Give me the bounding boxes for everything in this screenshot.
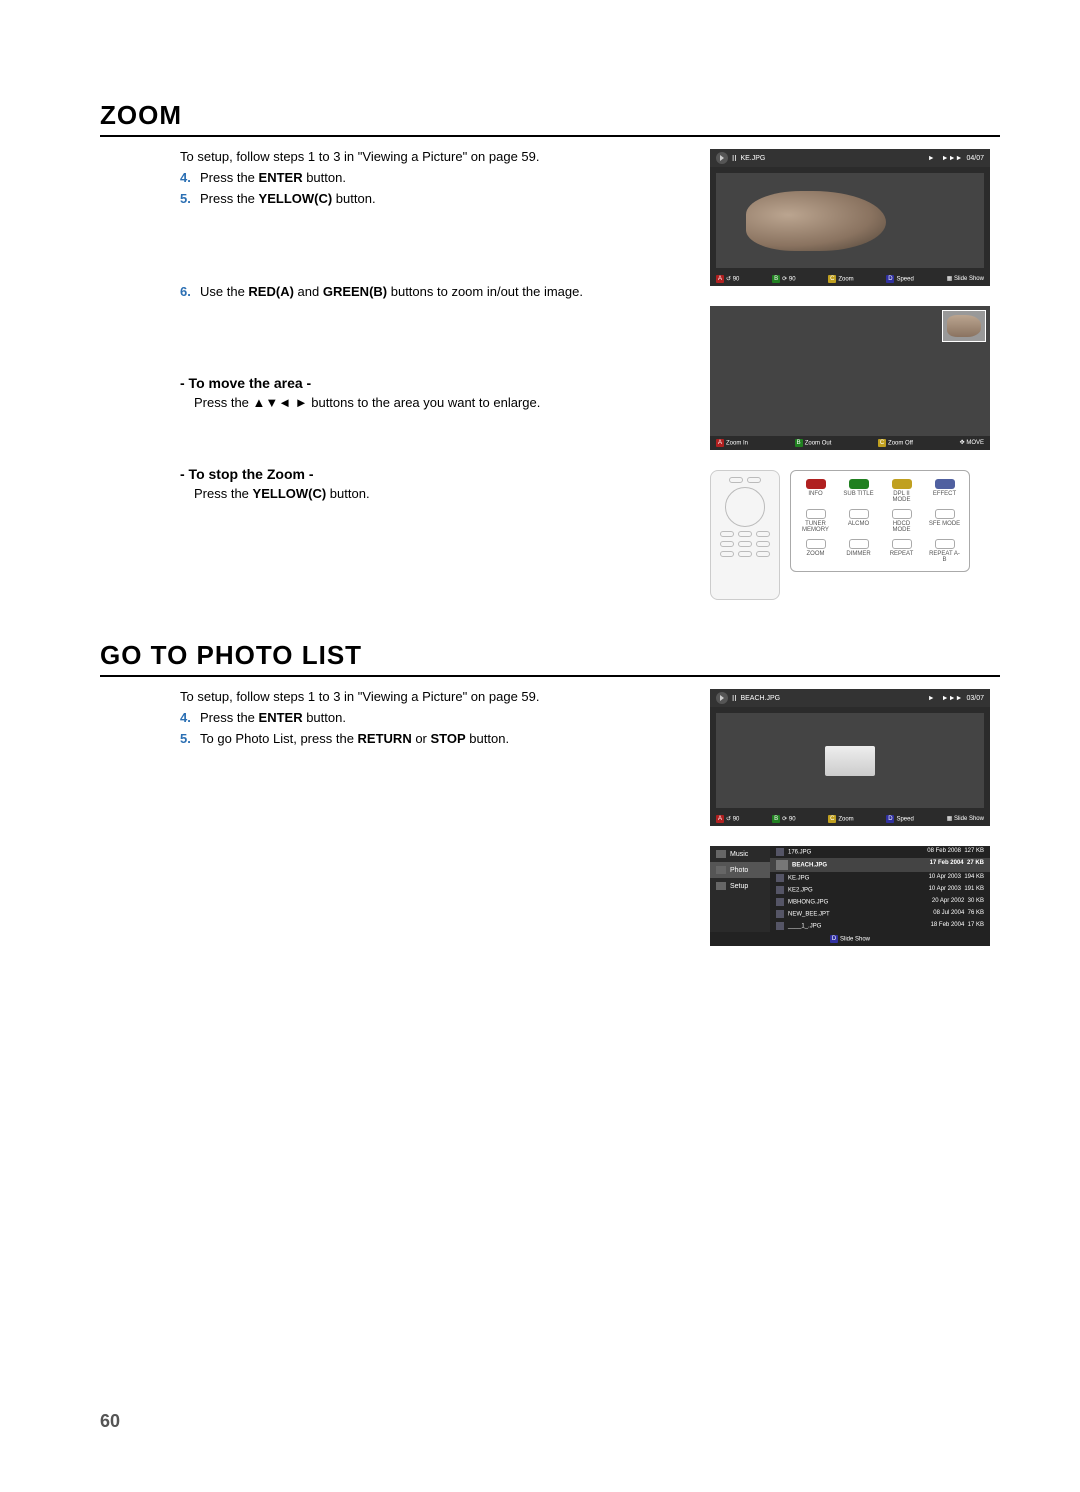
photolist-heading: GO TO PHOTO LIST [100, 640, 1000, 677]
pause-icon: II [732, 154, 736, 163]
key-c-icon [892, 479, 912, 489]
step-number: 5. [180, 731, 200, 746]
file-row: MBHONG.JPG20 Apr 2002 30 KB [770, 896, 990, 908]
photo-icon [716, 866, 726, 874]
step-text: Press the ENTER button. [200, 170, 686, 185]
photolist-intro: To setup, follow steps 1 to 3 in "Viewin… [180, 689, 686, 704]
file-icon [776, 922, 784, 930]
play-icon [716, 152, 728, 164]
file-row: KE.JPG10 Apr 2003 194 KB [770, 872, 990, 884]
osd-image [716, 713, 984, 808]
step-number: 5. [180, 191, 200, 206]
key-a-badge: A [716, 439, 724, 447]
osd-filename: BEACH.JPG [740, 695, 780, 702]
slideshow-icon: ▦ [947, 816, 953, 822]
photo-list-panel: Music Photo Setup 176.JPG08 Feb 2008 127… [710, 846, 990, 946]
step-text: Use the RED(A) and GREEN(B) buttons to z… [200, 284, 686, 299]
skip-icon: ►►► [942, 155, 963, 162]
zoom-step-5: 5. Press the YELLOW(C) button. [180, 191, 686, 206]
key-b-icon [849, 479, 869, 489]
arrow-icons: ▲▼◄ ► [253, 395, 308, 410]
stop-zoom-heading: - To stop the Zoom - [180, 466, 686, 482]
zoom-inset-thumbnail [942, 310, 986, 342]
file-row: 176.JPG08 Feb 2008 127 KB [770, 846, 990, 858]
setup-icon [716, 882, 726, 890]
stop-zoom-body: Press the YELLOW(C) button. [180, 486, 686, 501]
file-icon [776, 874, 784, 882]
osd-image [716, 173, 984, 268]
play-icon [716, 692, 728, 704]
move-area-body: Press the ▲▼◄ ► buttons to the area you … [180, 395, 686, 410]
osd-panel-zoom: AZoom In BZoom Out CZoom Off ✥ MOVE [710, 306, 990, 450]
key-c-badge: C [878, 439, 886, 447]
key-d-badge: D [830, 935, 838, 943]
file-icon [776, 848, 784, 856]
move-area-heading: - To move the area - [180, 375, 686, 391]
step-number: 4. [180, 170, 200, 185]
file-row-selected: BEACH.JPG17 Feb 2004 27 KB [770, 858, 990, 872]
step-number: 6. [180, 284, 200, 299]
osd-panel-beach: II BEACH.JPG ► ►►► 03/07 A↺ 90 B⟳ 90 CZo… [710, 689, 990, 826]
thumbnail-icon [776, 860, 788, 870]
zoom-intro: To setup, follow steps 1 to 3 in "Viewin… [180, 149, 686, 164]
file-row: KE2.JPG10 Apr 2003 191 KB [770, 884, 990, 896]
file-row: NEW_BEE.JPT08 Jul 2004 76 KB [770, 908, 990, 920]
key-d-badge: D [886, 275, 894, 283]
page-number: 60 [100, 1411, 120, 1432]
zoom-heading: ZOOM [100, 100, 1000, 137]
key-d-badge: D [886, 815, 894, 823]
osd-filename: KE.JPG [740, 155, 765, 162]
osd-panel-normal: II KE.JPG ► ►►► 04/07 A↺ 90 B⟳ 90 CZoom … [710, 149, 990, 286]
zoom-step-6: 6. Use the RED(A) and GREEN(B) buttons t… [180, 284, 686, 299]
key-a-badge: A [716, 275, 724, 283]
step-number: 4. [180, 710, 200, 725]
key-a-badge: A [716, 815, 724, 823]
osd-counter: 04/07 [966, 155, 984, 162]
skip-icon: ►►► [942, 695, 963, 702]
music-icon [716, 850, 726, 858]
key-a-icon [806, 479, 826, 489]
file-row: ____1_.JPG18 Feb 2004 17 KB [770, 920, 990, 932]
rotate-ccw-icon: ↺ [726, 817, 731, 823]
sidebar-item-setup: Setup [710, 878, 770, 894]
rotate-ccw-icon: ↺ [726, 277, 731, 283]
key-c-badge: C [828, 275, 836, 283]
slideshow-icon: ▦ [947, 276, 953, 282]
zoom-step-4: 4. Press the ENTER button. [180, 170, 686, 185]
photolist-step-5: 5. To go Photo List, press the RETURN or… [180, 731, 686, 746]
osd-counter: 03/07 [966, 695, 984, 702]
key-b-badge: B [772, 815, 780, 823]
key-d-icon [935, 479, 955, 489]
key-c-badge: C [828, 815, 836, 823]
rotate-cw-icon: ⟳ [782, 817, 787, 823]
osd-zoom-image [710, 306, 990, 436]
key-b-badge: B [795, 439, 803, 447]
play-speed-icon: ► [928, 695, 935, 702]
remote-dpad [725, 487, 765, 527]
step-text: Press the YELLOW(C) button. [200, 191, 686, 206]
rotate-cw-icon: ⟳ [782, 277, 787, 283]
pause-icon: II [732, 694, 736, 703]
remote-diagram: INFO SUB TITLE DPL IIMODE EFFECT TUNER M… [710, 470, 970, 600]
play-speed-icon: ► [928, 155, 935, 162]
step-text: To go Photo List, press the RETURN or ST… [200, 731, 686, 746]
sidebar-item-music: Music [710, 846, 770, 862]
sidebar-item-photo: Photo [710, 862, 770, 878]
file-icon [776, 886, 784, 894]
step-text: Press the ENTER button. [200, 710, 686, 725]
key-b-badge: B [772, 275, 780, 283]
remote-body [710, 470, 780, 600]
move-icon: ✥ [960, 440, 965, 446]
file-icon [776, 910, 784, 918]
remote-callout: INFO SUB TITLE DPL IIMODE EFFECT TUNER M… [790, 470, 970, 572]
photolist-step-4: 4. Press the ENTER button. [180, 710, 686, 725]
file-icon [776, 898, 784, 906]
